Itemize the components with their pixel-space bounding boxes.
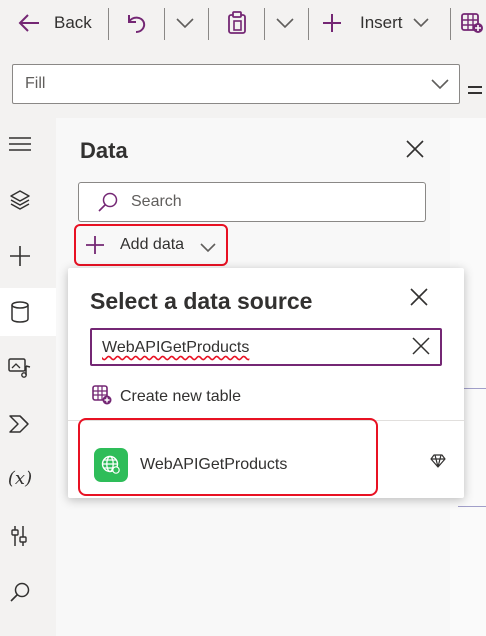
data-search-input[interactable]: Search xyxy=(78,182,426,222)
premium-diamond-icon xyxy=(430,454,446,473)
toolbar-separator xyxy=(450,8,451,40)
chevron-down-icon xyxy=(176,17,194,29)
advanced-tools-icon[interactable] xyxy=(0,516,40,556)
dialog-title: Select a data source xyxy=(90,288,313,314)
back-button[interactable]: Back xyxy=(18,0,92,46)
equals-icon xyxy=(468,82,482,100)
database-icon[interactable] xyxy=(0,292,40,332)
hamburger-icon[interactable] xyxy=(0,124,40,164)
search-placeholder: Search xyxy=(131,193,182,210)
back-label: Back xyxy=(54,13,92,32)
create-new-table-label: Create new table xyxy=(120,388,241,405)
plus-icon xyxy=(322,13,342,33)
data-source-result-item[interactable]: WebAPIGetProducts xyxy=(78,418,378,496)
layers-icon[interactable] xyxy=(0,180,40,220)
add-data-label: Add data xyxy=(120,236,185,253)
undo-icon xyxy=(126,12,148,34)
add-data-button[interactable]: Add data xyxy=(74,224,228,266)
table-add-icon xyxy=(92,384,112,410)
table-add-icon xyxy=(460,12,484,34)
data-source-search-input[interactable]: WebAPIGetProducts xyxy=(90,328,442,366)
create-new-table-button[interactable]: Create new table xyxy=(92,384,241,410)
chevron-down-icon xyxy=(412,18,429,28)
paste-button[interactable] xyxy=(226,0,248,46)
paste-dropdown[interactable] xyxy=(276,0,294,46)
plus-icon[interactable] xyxy=(0,236,40,276)
back-arrow-icon xyxy=(18,13,40,33)
power-automate-icon[interactable] xyxy=(0,404,40,444)
canvas-guide-line xyxy=(458,506,486,507)
clipboard-icon xyxy=(226,11,248,35)
close-dialog-button[interactable] xyxy=(404,284,434,314)
plus-icon xyxy=(86,236,104,259)
search-icon xyxy=(97,191,119,218)
add-table-button[interactable] xyxy=(460,0,484,46)
toolbar-separator xyxy=(108,8,109,40)
toolbar-separator xyxy=(208,8,209,40)
clear-search-icon[interactable] xyxy=(412,337,430,360)
command-bar: Back Insert xyxy=(0,0,486,53)
undo-dropdown[interactable] xyxy=(176,0,194,46)
insert-label: Insert xyxy=(360,13,403,32)
property-dropdown[interactable]: Fill xyxy=(12,64,460,104)
data-source-search-value: WebAPIGetProducts xyxy=(102,339,250,356)
toolbar-separator xyxy=(264,8,265,40)
variables-icon[interactable]: (x) xyxy=(0,458,40,498)
pane-title: Data xyxy=(80,138,128,163)
chevron-down-icon xyxy=(431,77,449,95)
undo-button[interactable] xyxy=(126,0,148,46)
toolbar-separator xyxy=(308,8,309,40)
close-pane-button[interactable] xyxy=(400,136,430,166)
select-data-source-dialog: Select a data source WebAPIGetProducts C… xyxy=(68,268,464,498)
data-source-result-label: WebAPIGetProducts xyxy=(140,456,288,473)
chevron-down-icon xyxy=(276,17,294,29)
left-nav-rail: (x) xyxy=(0,118,57,636)
insert-button[interactable]: Insert xyxy=(322,0,429,46)
chevron-down-icon xyxy=(200,240,216,258)
close-icon xyxy=(410,287,428,311)
close-icon xyxy=(406,139,424,163)
toolbar-separator xyxy=(164,8,165,40)
search-icon[interactable] xyxy=(0,572,40,612)
property-dropdown-value: Fill xyxy=(25,75,46,92)
globe-icon xyxy=(94,448,128,482)
media-icon[interactable] xyxy=(0,348,40,388)
